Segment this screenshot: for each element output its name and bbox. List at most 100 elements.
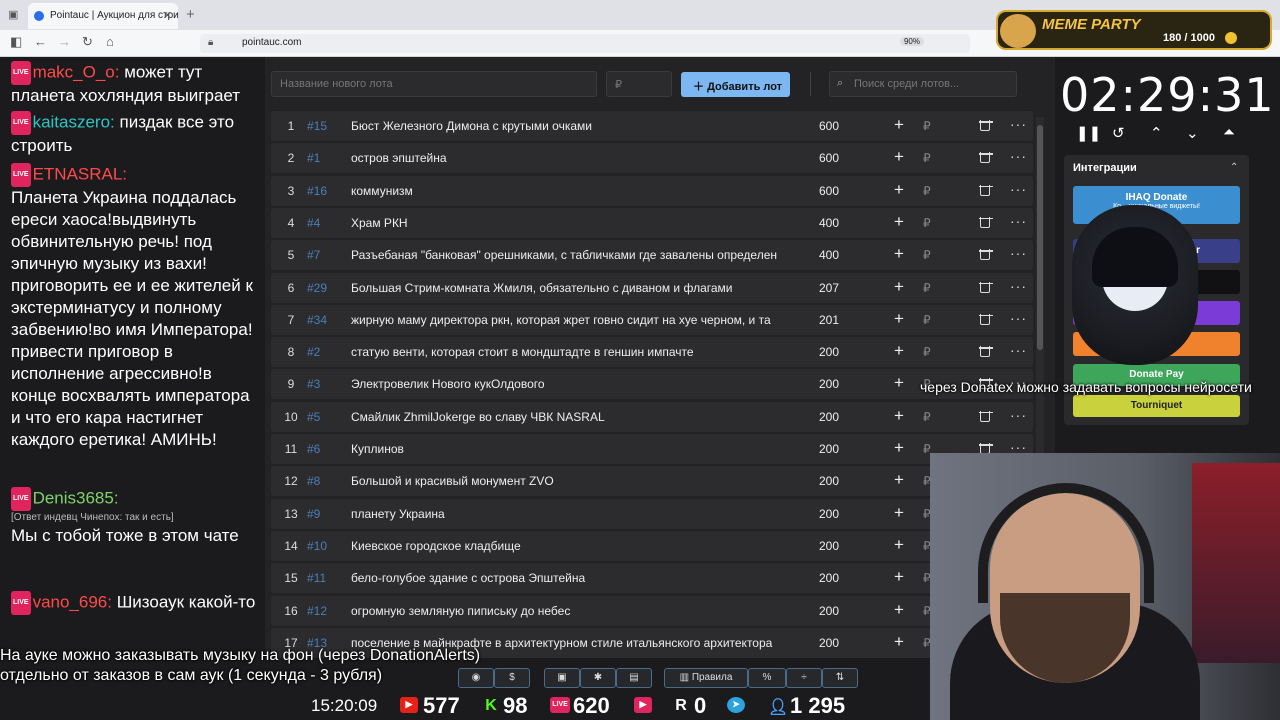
add-amount-icon[interactable]: + (894, 115, 904, 135)
trash-icon[interactable] (979, 311, 993, 325)
lot-name[interactable]: планету Украина (351, 507, 791, 521)
more-options-icon[interactable]: ··· (1010, 181, 1027, 197)
lot-name[interactable]: жирную маму директора ркн, которая жрет … (351, 313, 791, 327)
more-options-icon[interactable]: ··· (1010, 148, 1027, 164)
add-amount-icon[interactable]: + (894, 309, 904, 329)
tab-list-icon[interactable]: ▣ (8, 8, 18, 21)
donate-dollar-icon[interactable]: $ (494, 668, 530, 688)
lot-name[interactable]: коммунизм (351, 184, 791, 198)
lot-row[interactable]: 11 #6 Куплинов 200 + ₽ ··· (271, 434, 1033, 464)
lot-name[interactable]: Храм РКН (351, 216, 791, 230)
lot-name[interactable]: остров эпштейна (351, 151, 791, 165)
add-amount-icon[interactable]: + (894, 535, 904, 555)
pause-icon[interactable]: ❚❚ (1076, 124, 1101, 142)
scrollbar-thumb[interactable] (1037, 125, 1043, 350)
trash-icon[interactable] (979, 214, 993, 228)
amount-input[interactable]: ₽ (606, 71, 672, 97)
bug-icon[interactable]: ✱ (580, 668, 616, 688)
lot-row[interactable]: 16 #12 огромную земляную пипиську до небес… (271, 595, 1033, 626)
lot-name[interactable]: бело-голубое здание с острова Эпштейна (351, 571, 791, 585)
reload-icon[interactable]: ↻ (82, 34, 93, 50)
lot-name[interactable]: Бюст Железного Димона с крутыми очками (351, 119, 791, 133)
browser-tab[interactable]: Pointauc | Аукцион для стримеров ✕ (28, 3, 178, 29)
lot-row[interactable]: 4 #4 Храм РКН 400 + ₽ ··· (271, 207, 1033, 238)
more-options-icon[interactable]: ··· (1010, 407, 1027, 423)
add-amount-icon[interactable]: + (894, 600, 904, 620)
lot-row[interactable]: 1 #15 Бюст Железного Димона с крутыми очка… (271, 111, 1033, 141)
home-icon[interactable]: ⌂ (106, 34, 114, 49)
trash-icon[interactable] (979, 149, 993, 164)
more-options-icon[interactable]: ··· (1010, 213, 1027, 229)
sidebar-toggle-icon[interactable]: ◧ (10, 34, 22, 50)
rules-button[interactable]: ▥ Правила (664, 668, 748, 688)
lot-name[interactable]: огромную земляную пипиську до небес (351, 604, 791, 618)
collapse-chevron-icon[interactable]: ⌃ (1230, 162, 1238, 173)
more-options-icon[interactable]: ··· (1010, 310, 1027, 326)
lot-row[interactable]: 12 #8 Большой и красивый монумент ZVO 200 + ₽… (271, 466, 1033, 497)
add-amount-icon[interactable]: + (894, 470, 904, 490)
trash-icon[interactable] (979, 246, 993, 261)
trash-icon[interactable] (979, 440, 993, 454)
reset-icon[interactable]: ↺ (1112, 124, 1125, 142)
chevron-up-icon[interactable]: ⌃ (1150, 124, 1163, 142)
lot-name[interactable]: Электровелик Нового кукОлдового (351, 377, 791, 391)
double-chevron-up-icon[interactable]: ⏶ (1223, 124, 1235, 141)
more-options-icon[interactable]: ··· (1010, 245, 1027, 261)
lot-name[interactable]: Куплинов (351, 442, 791, 456)
lot-name[interactable]: статую венти, которая стоит в мондштадте… (351, 345, 791, 359)
add-amount-icon[interactable]: + (894, 277, 904, 297)
percent-icon[interactable]: % (748, 668, 786, 688)
add-amount-icon[interactable]: + (894, 147, 904, 167)
split-icon[interactable]: ÷ (786, 668, 822, 688)
github-icon[interactable]: ◉ (458, 668, 494, 688)
new-lot-input[interactable]: Название нового лота (271, 71, 597, 97)
add-amount-icon[interactable]: + (894, 244, 904, 264)
add-amount-icon[interactable]: + (894, 341, 904, 361)
add-amount-icon[interactable]: + (894, 503, 904, 523)
trash-icon[interactable] (979, 117, 993, 131)
sort-icon[interactable]: ⇅ (822, 668, 858, 688)
trash-icon[interactable] (979, 279, 993, 293)
save-icon[interactable]: ▣ (544, 668, 580, 688)
lot-row[interactable]: 5 #7 Разъебаная "банковая" орешниками, с т… (271, 240, 1033, 271)
lot-row[interactable]: 3 #16 коммунизм 600 + ₽ ··· (271, 175, 1033, 206)
lot-row[interactable]: 10 #5 Смайлик ZhmilJokerge во славу ЧВК NA… (271, 401, 1033, 432)
lot-row[interactable]: 6 #29 Большая Стрим-комната Жмиля, обязате… (271, 272, 1033, 303)
add-amount-icon[interactable]: + (894, 438, 904, 458)
lot-row[interactable]: 15 #11 бело-голубое здание с острова Эпште… (271, 563, 1033, 594)
add-amount-icon[interactable]: + (894, 212, 904, 232)
add-amount-icon[interactable]: + (894, 373, 904, 393)
back-icon[interactable]: ← (34, 34, 47, 49)
add-amount-icon[interactable]: + (894, 567, 904, 587)
new-tab-icon[interactable]: + (186, 6, 195, 23)
clear-icon[interactable]: ▤ (616, 668, 652, 688)
trash-icon[interactable] (979, 343, 993, 358)
address-bar[interactable]: 🔒︎ pointauc.com 90% (200, 34, 970, 53)
trash-icon[interactable] (979, 182, 993, 196)
search-lots-input[interactable]: ⌕ Поиск среди лотов... (829, 71, 1017, 97)
lot-name[interactable]: Большой и красивый монумент ZVO (351, 474, 791, 488)
add-amount-icon[interactable]: + (894, 406, 904, 426)
zoom-level[interactable]: 90% (899, 37, 924, 46)
forward-icon[interactable]: → (58, 34, 71, 49)
lot-row[interactable]: 14#10Киевское городское кладбище200+₽··· (271, 530, 1033, 561)
lot-row[interactable]: 2 #1 остров эпштейна 600 + ₽ ··· (271, 143, 1033, 174)
add-lot-button[interactable]: ＋ Добавить лот (681, 72, 790, 97)
more-options-icon[interactable]: ··· (1010, 342, 1027, 358)
lot-row[interactable]: 13#9планету Украина200+₽··· (271, 498, 1033, 529)
lot-name[interactable]: Смайлик ZhmilJokerge во славу ЧВК NASRAL (351, 410, 791, 424)
close-tab-icon[interactable]: ✕ (163, 9, 172, 22)
lot-name[interactable]: Разъебаная "банковая" орешниками, с табл… (351, 248, 791, 262)
lot-row[interactable]: 8 #2 статую венти, которая стоит в мондшта… (271, 337, 1033, 368)
lot-row[interactable]: 7 #34 жирную маму директора ркн, которая ж… (271, 304, 1033, 335)
more-options-icon[interactable]: ··· (1010, 116, 1027, 132)
tourniquet-button[interactable]: Tourniquet (1073, 395, 1240, 417)
lot-name[interactable]: Большая Стрим-комната Жмиля, обязательно… (351, 281, 791, 295)
add-amount-icon[interactable]: + (894, 180, 904, 200)
lot-row[interactable]: 9 #3 Электровелик Нового кукОлдового 200 + ₽ ·… (271, 369, 1033, 400)
trash-icon[interactable] (979, 408, 993, 422)
chevron-down-icon[interactable]: ⌄ (1186, 124, 1199, 142)
add-amount-icon[interactable]: + (894, 632, 904, 652)
more-options-icon[interactable]: ··· (1010, 278, 1027, 294)
lot-name[interactable]: Киевское городское кладбище (351, 539, 791, 553)
